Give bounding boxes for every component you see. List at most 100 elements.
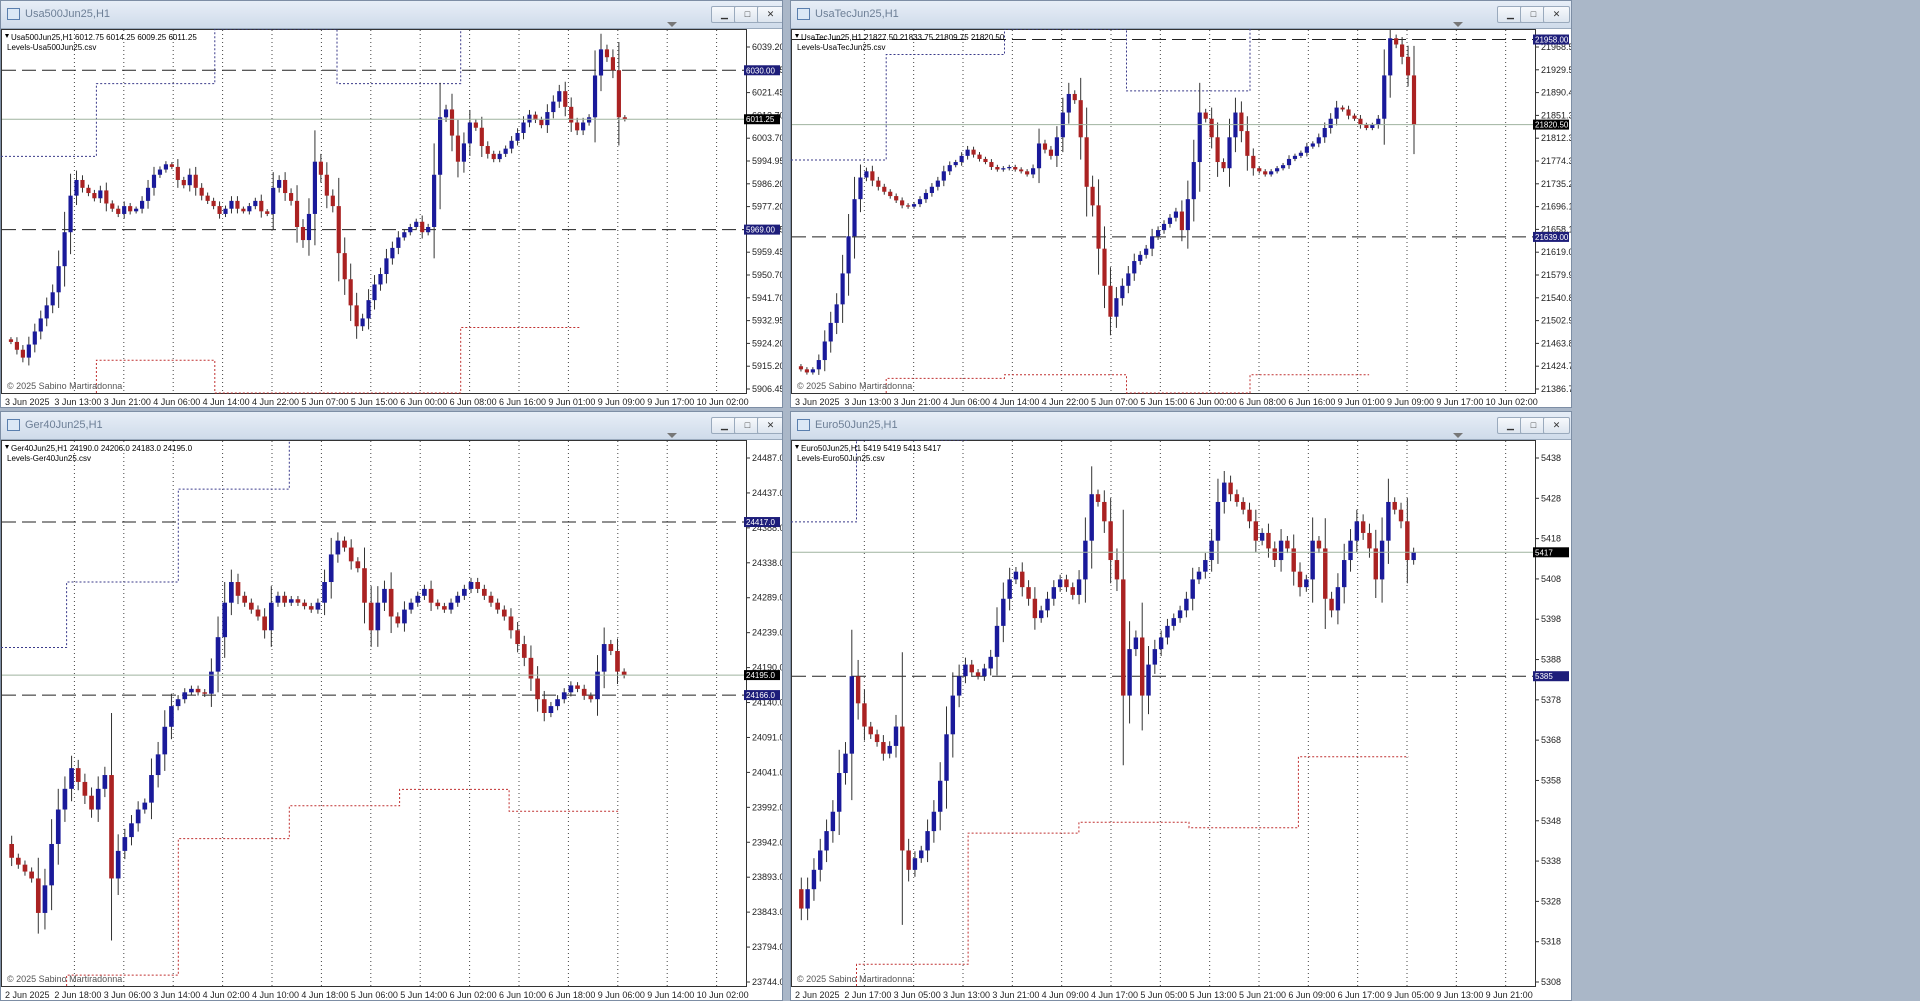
candle-bull	[229, 200, 234, 209]
candle-bull	[548, 706, 554, 713]
candle-bull	[1328, 118, 1333, 129]
chart-window-usa500[interactable]: Usa500Jun25,H1 ▁ □ ✕ 3 Jun 2025 3 Jun 13:…	[0, 0, 783, 408]
candle-bull	[840, 273, 845, 305]
chart-area[interactable]: 2 Jun 2025 2 Jun 18:00 3 Jun 06:00 3 Jun 14…	[1, 440, 783, 1001]
candle-bear	[855, 676, 861, 704]
candle-bear	[217, 206, 222, 214]
x-tick-label: 9 Jun 21:00	[1486, 990, 1533, 1000]
y-tick-label: 5438	[1541, 453, 1561, 463]
candle-bull	[162, 726, 168, 755]
candle-bull	[1146, 664, 1151, 696]
candle-bear	[508, 616, 514, 631]
candle-bull	[1310, 143, 1315, 147]
y-tick-label: 5308	[1541, 977, 1561, 987]
y-tick-label: 24487.0	[752, 453, 783, 463]
window-titlebar[interactable]: Ger40Jun25,H1 ▁ □ ✕	[1, 412, 782, 440]
candle-bear	[1316, 540, 1322, 549]
y-tick-label: 21812.30	[1541, 133, 1572, 143]
x-tick-label: 4 Jun 18:00	[301, 990, 348, 1000]
candle-bull	[1322, 128, 1327, 138]
candle-bull	[1209, 540, 1214, 561]
y-tick-label: 5398	[1541, 614, 1561, 624]
candle-bear	[242, 595, 247, 603]
window-titlebar[interactable]: Usa500Jun25,H1 ▁ □ ✕	[1, 1, 782, 29]
candle-bear	[235, 582, 241, 596]
close-button[interactable]: ✕	[1543, 417, 1570, 434]
candle-bear	[798, 366, 804, 370]
candle-bear	[1329, 598, 1334, 611]
chart-area[interactable]: 3 Jun 2025 3 Jun 13:00 3 Jun 21:00 4 Jun 06…	[791, 29, 1572, 408]
y-tick-label: 21579.95	[1541, 270, 1572, 280]
y-tick-label: 24091.0	[752, 732, 783, 742]
current-price-label: 6011.25	[746, 115, 775, 124]
candle-bear	[1072, 93, 1077, 101]
candle-bear	[575, 685, 580, 689]
window-titlebar[interactable]: UsaTecJun25,H1 ▁ □ ✕	[791, 1, 1571, 29]
close-button[interactable]: ✕	[757, 6, 782, 23]
chart-shift-marker-icon	[667, 433, 677, 438]
candle-bull	[247, 206, 252, 212]
candle-bull	[503, 148, 508, 154]
candle-bear	[348, 279, 353, 306]
x-tick-label: 4 Jun 14:00	[992, 397, 1039, 407]
chart-header-ohlc: Ger40Jun25,H1 24190.0 24206.0 24183.0 24…	[11, 444, 193, 453]
candle-bear	[1266, 532, 1271, 549]
candle-bear	[989, 162, 994, 167]
candle-bull	[1152, 649, 1158, 665]
chart-levels-file: Levels-Ger40Jun25.csv	[7, 454, 91, 463]
x-tick-label: 9 Jun 09:00	[1387, 397, 1434, 407]
candle-bull	[375, 602, 381, 631]
x-tick-label: 6 Jun 08:00	[450, 397, 497, 407]
x-tick-label: 3 Jun 14:00	[153, 990, 200, 1000]
y-tick-label: 5950.70	[752, 270, 783, 280]
candle-bear	[89, 795, 94, 810]
candle-bear	[14, 341, 20, 350]
y-tick-label: 5906.45	[752, 384, 783, 394]
candle-bear	[1263, 171, 1268, 175]
candle-bear	[1221, 162, 1226, 169]
candle-bear	[1108, 521, 1113, 561]
candle-bear	[1084, 137, 1089, 187]
candle-bear	[475, 582, 481, 589]
y-tick-label: 5915.20	[752, 361, 783, 371]
candle-bull	[322, 582, 327, 603]
candle-bull	[834, 304, 839, 323]
candle-bear	[1240, 501, 1246, 510]
candle-bull	[994, 625, 1000, 657]
candle-bear	[900, 200, 905, 206]
close-button[interactable]: ✕	[757, 417, 782, 434]
candle-bull	[944, 734, 949, 781]
candle-bull	[1144, 248, 1149, 255]
chart-shift-marker-icon	[667, 22, 677, 27]
chart-window-euro50[interactable]: Euro50Jun25,H1 ▁ □ ✕ 2 Jun 2025 2 Jun 17:…	[790, 411, 1572, 1001]
candle-bear	[1095, 494, 1101, 502]
chart-levels-file: Levels-Euro50Jun25.csv	[797, 454, 885, 463]
candle-bear	[75, 768, 81, 782]
chart-window-ger40[interactable]: Ger40Jun25,H1 ▁ □ ✕ 2 Jun 2025 2 Jun 18:0…	[0, 411, 783, 1001]
candle-bull	[223, 208, 228, 214]
y-tick-label: 24041.0	[752, 767, 783, 777]
candle-bull	[69, 768, 74, 789]
current-price-label: 24195.0	[746, 671, 775, 680]
candle-bull	[568, 685, 574, 693]
candle-bull	[115, 850, 121, 879]
y-tick-label: 5959.45	[752, 247, 783, 257]
candle-bull	[288, 599, 294, 603]
candle-bull	[384, 258, 389, 275]
window-titlebar[interactable]: Euro50Jun25,H1 ▁ □ ✕	[791, 412, 1571, 440]
candle-bull	[468, 582, 474, 589]
candle-bull	[422, 588, 427, 596]
chart-area[interactable]: 2 Jun 2025 2 Jun 17:00 3 Jun 05:00 3 Jun 13…	[791, 440, 1572, 1001]
chart-area[interactable]: 3 Jun 2025 3 Jun 13:00 3 Jun 21:00 4 Jun 06…	[1, 29, 783, 408]
x-tick-label: 9 Jun 06:00	[598, 990, 645, 1000]
candle-bull	[306, 213, 312, 241]
chart-window-usatec[interactable]: UsaTecJun25,H1 ▁ □ ✕ 3 Jun 2025 3 Jun 13:…	[790, 0, 1572, 408]
candle-bull	[1298, 152, 1304, 156]
candle-bear	[110, 203, 115, 209]
candle-bull	[32, 331, 37, 345]
candle-bull	[1304, 146, 1309, 153]
candle-bull	[335, 540, 341, 555]
x-tick-label: 5 Jun 05:00	[1140, 990, 1187, 1000]
candle-bull	[1310, 540, 1315, 580]
close-button[interactable]: ✕	[1543, 6, 1570, 23]
